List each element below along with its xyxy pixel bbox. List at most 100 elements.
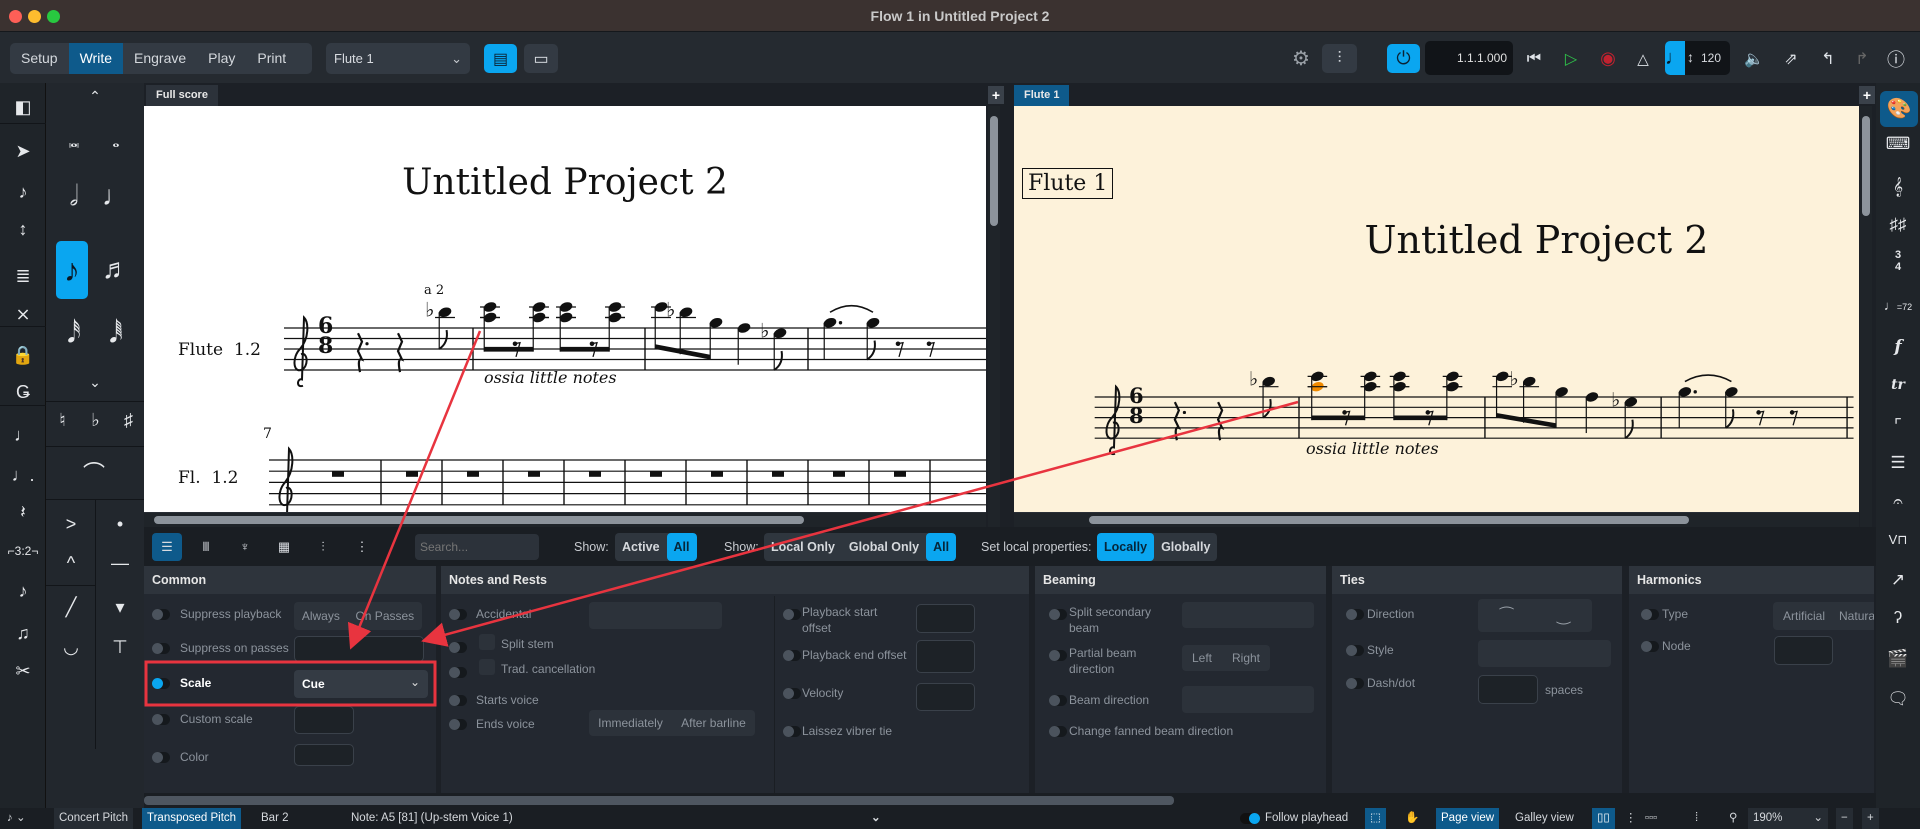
always-option[interactable]: Always bbox=[302, 609, 340, 623]
laissez-vibrer-toggle[interactable] bbox=[783, 726, 801, 737]
note-input-icon[interactable]: ♪ bbox=[3, 179, 43, 205]
scissors-icon[interactable]: ✂ bbox=[3, 658, 43, 684]
tie-notes-icon[interactable]: ♫ bbox=[3, 620, 43, 646]
dotted-note-icon[interactable]: ♩. bbox=[3, 462, 43, 488]
hand-tool-icon[interactable]: ✋ bbox=[1400, 808, 1424, 829]
follow-playhead-toggle[interactable] bbox=[1240, 813, 1260, 824]
time-signature-icon[interactable]: 34 bbox=[1878, 249, 1918, 273]
panel-horizontal-scrollbar[interactable] bbox=[144, 796, 1174, 805]
thirty-second-note-icon[interactable]: 𝅘𝅥𝅰 bbox=[54, 320, 94, 346]
custom-scale-toggle[interactable] bbox=[152, 714, 170, 725]
beam-direction-toggle[interactable] bbox=[1049, 695, 1067, 706]
tab-flute-1[interactable]: Flute 1 bbox=[1014, 85, 1070, 106]
locally-button[interactable]: Locally bbox=[1097, 533, 1155, 561]
half-note-icon[interactable]: 𝅗𝅥 bbox=[54, 182, 94, 210]
velocity-toggle[interactable] bbox=[783, 688, 801, 699]
tie-under-icon[interactable]: ‿ bbox=[1557, 606, 1570, 626]
tenuto-icon[interactable]: — bbox=[100, 550, 140, 576]
show-all-button[interactable]: All bbox=[666, 533, 697, 561]
playback-end-offset-toggle[interactable] bbox=[783, 650, 801, 661]
eighth-note-icon[interactable]: ♪ bbox=[56, 241, 88, 299]
flat-icon[interactable]: ♭ bbox=[79, 407, 112, 433]
mode-write[interactable]: Write bbox=[68, 43, 124, 74]
accidental-toggle[interactable] bbox=[449, 609, 467, 620]
artificial-option[interactable]: Artificial bbox=[1783, 609, 1825, 623]
vertical-scrollbar[interactable] bbox=[990, 116, 998, 226]
chevron-down-icon[interactable]: ⌄ bbox=[866, 808, 886, 829]
chevron-down-icon[interactable]: ⌄ bbox=[75, 369, 115, 395]
power-icon[interactable]: ⏻ bbox=[1387, 44, 1420, 73]
lines-arrow-icon[interactable]: ↗ bbox=[1878, 567, 1918, 593]
sixty-fourth-note-icon[interactable]: 𝅘𝅥𝅱 bbox=[96, 320, 136, 346]
rest-icon[interactable]: 𝄽 bbox=[3, 499, 43, 525]
accent-icon[interactable]: > bbox=[51, 511, 91, 537]
right-option[interactable]: Right bbox=[1232, 651, 1260, 665]
node-field[interactable] bbox=[1774, 636, 1833, 665]
properties-search-input[interactable] bbox=[415, 534, 539, 560]
guitar-icon[interactable]: ♆ bbox=[230, 533, 260, 561]
new-tab-icon[interactable]: ▤ bbox=[484, 44, 517, 73]
spreads-horizontal-icon[interactable]: ▯▯ bbox=[1592, 808, 1615, 829]
suppress-on-passes-toggle[interactable] bbox=[152, 643, 170, 654]
clef-icon[interactable]: 𝄞 bbox=[1878, 174, 1918, 200]
dash-dot-field[interactable] bbox=[1478, 675, 1538, 704]
velocity-field[interactable] bbox=[916, 683, 975, 711]
repeat-ending-icon[interactable]: ⌜ bbox=[1878, 413, 1918, 439]
single-pages-vertical-icon[interactable]: ⁞ bbox=[1690, 808, 1703, 829]
ear-icon[interactable]: ʔ bbox=[1878, 605, 1918, 631]
split-secondary-beam-field[interactable] bbox=[1182, 602, 1314, 628]
split-stem-toggle[interactable] bbox=[449, 642, 467, 653]
zoom-out-button[interactable]: − bbox=[1836, 808, 1853, 829]
select-arrow-icon[interactable]: ➤ bbox=[3, 138, 43, 164]
lock-icon[interactable]: 🔒 bbox=[3, 342, 43, 368]
mixer-icon[interactable]: ⫶ bbox=[308, 533, 338, 561]
tie-direction-toggle[interactable] bbox=[1346, 609, 1364, 620]
suppress-on-passes-field[interactable] bbox=[294, 636, 424, 662]
mode-play[interactable]: Play bbox=[197, 43, 246, 74]
trad-cancellation-toggle[interactable] bbox=[449, 667, 467, 678]
node-toggle[interactable] bbox=[1641, 641, 1659, 652]
tie-style-toggle[interactable] bbox=[1346, 645, 1364, 656]
bowing-icon[interactable]: V⊓ bbox=[1878, 527, 1918, 553]
part-view[interactable]: Flute 1 Untitled Project 2 ossia little … bbox=[1014, 106, 1859, 527]
tenuto-staccato-icon[interactable]: ⊤ bbox=[100, 634, 140, 660]
marcato-icon[interactable]: ^ bbox=[51, 550, 91, 576]
galley-view-button[interactable]: Galley view bbox=[1510, 808, 1579, 829]
split-secondary-beam-toggle[interactable] bbox=[1049, 609, 1067, 620]
transposed-pitch-button[interactable]: Transposed Pitch bbox=[142, 808, 242, 829]
accidental-field[interactable] bbox=[589, 602, 722, 629]
scope-all-button[interactable]: All bbox=[926, 533, 957, 561]
color-toggle[interactable] bbox=[152, 752, 170, 763]
key-signature-icon[interactable]: ♯♯ bbox=[1878, 212, 1918, 238]
list-view-icon[interactable]: ☰ bbox=[152, 533, 182, 561]
global-only-button[interactable]: Global Only bbox=[842, 533, 926, 561]
voice-icon[interactable]: ⨯ bbox=[3, 301, 43, 327]
full-score-view[interactable]: Untitled Project 2 Flute 1.2 a 2 ossia l… bbox=[144, 106, 986, 527]
breve-icon[interactable]: 𝅜 bbox=[54, 128, 94, 154]
globally-button[interactable]: Globally bbox=[1154, 533, 1217, 561]
export-icon[interactable]: ⇗ bbox=[1777, 44, 1805, 73]
play-icon[interactable]: ▷ bbox=[1557, 44, 1585, 73]
chord-icon[interactable]: ♩ bbox=[3, 422, 43, 448]
natural-icon[interactable]: ♮ bbox=[46, 407, 79, 433]
scale-select[interactable]: Cue ⌄ bbox=[294, 670, 428, 698]
wedge-icon[interactable]: ▾ bbox=[100, 594, 140, 620]
tremolo-icon[interactable]: ≣ bbox=[3, 263, 43, 289]
slur-icon[interactable]: ⌒ bbox=[64, 461, 124, 487]
horizontal-scrollbar[interactable] bbox=[154, 516, 804, 524]
dynamics-icon[interactable]: f bbox=[1878, 334, 1918, 360]
bars-icon[interactable]: ☰ bbox=[1878, 450, 1918, 476]
vertical-scrollbar[interactable] bbox=[1862, 116, 1870, 216]
grace-note-icon[interactable]: Ǥ bbox=[3, 379, 43, 405]
ends-voice-toggle[interactable] bbox=[449, 719, 467, 730]
staccatissimo-icon[interactable]: ╱ bbox=[51, 594, 91, 620]
whole-note-icon[interactable]: 𝅝 bbox=[96, 128, 136, 154]
left-option[interactable]: Left bbox=[1192, 651, 1212, 665]
speaker-icon[interactable]: 🔈 bbox=[1740, 44, 1768, 73]
piano-keys-icon[interactable]: 𝍫 bbox=[191, 533, 221, 561]
immediately-option[interactable]: Immediately bbox=[598, 716, 663, 730]
harmonic-type-toggle[interactable] bbox=[1641, 609, 1659, 620]
insert-mode-icon[interactable]: ↕ bbox=[3, 216, 43, 242]
tie-style-field[interactable] bbox=[1478, 640, 1611, 667]
mode-setup[interactable]: Setup bbox=[10, 43, 69, 74]
